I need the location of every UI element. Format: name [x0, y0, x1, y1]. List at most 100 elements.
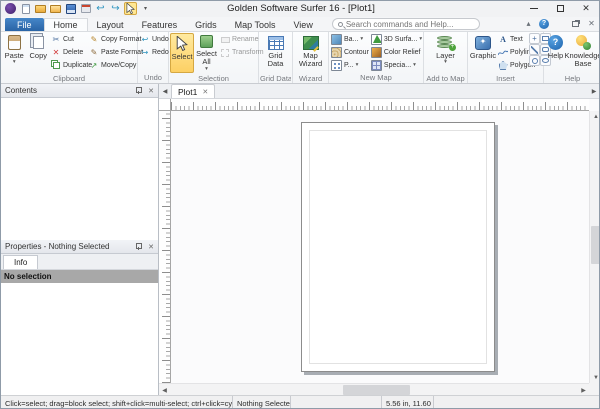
scroll-down-arrow[interactable]: ▼: [590, 372, 600, 383]
ribbon-group-selection: Select Select All ▾ Rename Transform Sel…: [169, 32, 259, 83]
vertical-scrollbar[interactable]: ▲ ▼: [589, 111, 600, 383]
new-base-map-button[interactable]: Ba...▾: [330, 33, 370, 46]
layer-button[interactable]: Layer ▾: [431, 33, 461, 73]
new-post-map-button[interactable]: P...▾: [330, 59, 370, 72]
base-map-icon: [331, 34, 342, 45]
plot-page[interactable]: [301, 122, 495, 372]
group-label-new-map: New Map: [330, 72, 422, 83]
child-close-button[interactable]: ✕: [586, 18, 597, 29]
tab-features[interactable]: Features: [133, 18, 187, 31]
pin-icon[interactable]: [135, 243, 142, 250]
new-special-map-button[interactable]: Specia...▾: [370, 59, 423, 72]
close-icon[interactable]: ✕: [148, 87, 154, 95]
close-icon[interactable]: ✕: [148, 243, 154, 251]
group-label-selection: Selection: [170, 73, 257, 83]
new-3d-surface-button[interactable]: 3D Surfa...▾: [370, 33, 423, 46]
close-tab-icon[interactable]: ✕: [202, 88, 208, 96]
map-wizard-button[interactable]: Map Wizard: [294, 33, 327, 73]
window-title: Golden Software Surfer 16 - [Plot1]: [1, 3, 600, 14]
help-button[interactable]: ? Help: [545, 33, 566, 73]
knowledge-base-button[interactable]: Knowledge Base: [566, 33, 600, 73]
insert-symbol-button[interactable]: +: [529, 33, 540, 44]
properties-tab-bar: Info: [1, 254, 158, 270]
vertical-scrollbar-thumb[interactable]: [591, 226, 600, 264]
contents-panel-body[interactable]: [1, 98, 158, 240]
tab-grids[interactable]: Grids: [186, 18, 226, 31]
tab-scroll-left-button[interactable]: ◀: [159, 84, 171, 98]
command-search-box[interactable]: [332, 18, 480, 30]
insert-spline-button[interactable]: [529, 44, 540, 55]
transform-button[interactable]: Transform: [219, 46, 257, 59]
move-copy-icon: ↗: [89, 62, 99, 70]
copy-icon: [33, 36, 44, 49]
transform-icon: [220, 49, 230, 57]
copy-format-icon: ✎: [89, 36, 99, 44]
group-label-help: Help: [545, 73, 600, 83]
rename-button[interactable]: Rename: [219, 33, 257, 46]
duplicate-button[interactable]: Duplicate: [50, 59, 88, 72]
grid-data-button[interactable]: Grid Data: [260, 33, 291, 73]
ribbon-group-help: ? Help Knowledge Base Help: [544, 32, 600, 83]
close-button[interactable]: ✕: [573, 1, 599, 16]
horizontal-ruler: [171, 99, 589, 111]
group-label-clipboard: Clipboard: [2, 73, 136, 83]
special-map-icon: [371, 60, 382, 71]
insert-circle-button[interactable]: [529, 55, 540, 66]
copy-button[interactable]: Copy: [26, 33, 50, 73]
delete-button[interactable]: ✕Delete: [50, 46, 88, 59]
insert-text-button[interactable]: AText: [497, 33, 529, 46]
properties-panel-title: Properties - Nothing Selected: [5, 242, 110, 251]
tab-scroll-right-button[interactable]: ▶: [588, 84, 600, 98]
document-tab-plot1[interactable]: Plot1 ✕: [171, 84, 215, 98]
left-panels: Contents ✕ Properties - Nothing Selected…: [1, 84, 159, 395]
copy-format-button[interactable]: ✎Copy Format: [88, 33, 136, 46]
ribbon-group-grid-data: Grid Data Grid Data: [259, 32, 293, 83]
minimize-icon: [530, 8, 538, 9]
tab-home[interactable]: Home: [44, 18, 88, 31]
plot-canvas[interactable]: [171, 111, 589, 383]
group-label-grid-data: Grid Data: [260, 73, 291, 83]
paste-format-button[interactable]: ✎Paste Format: [88, 46, 136, 59]
collapse-ribbon-button[interactable]: ▴: [523, 18, 534, 29]
tab-file[interactable]: File: [5, 18, 44, 31]
paste-button[interactable]: Paste ▾: [2, 33, 26, 73]
horizontal-scrollbar-thumb[interactable]: [343, 385, 410, 395]
cut-button[interactable]: ✂Cut: [50, 33, 88, 46]
tab-layout[interactable]: Layout: [88, 18, 133, 31]
minimize-button[interactable]: [521, 1, 547, 16]
insert-polyline-button[interactable]: Polyline: [497, 46, 529, 59]
insert-polygon-button[interactable]: Polygon: [497, 59, 529, 72]
document-tab-label: Plot1: [178, 87, 197, 97]
new-color-relief-button[interactable]: Color Relief: [370, 46, 423, 59]
chevron-down-icon: ▾: [13, 60, 16, 66]
select-all-button[interactable]: Select All ▾: [194, 33, 219, 73]
graphic-button[interactable]: ✦ Graphic: [469, 33, 497, 73]
new-contour-map-button[interactable]: Contour: [330, 46, 370, 59]
tab-map-tools[interactable]: Map Tools: [226, 18, 285, 31]
redo-ribbon-button[interactable]: ↪Redo: [139, 46, 168, 59]
ruler-corner: [159, 99, 171, 111]
tab-view[interactable]: View: [284, 18, 321, 31]
cut-icon: ✂: [51, 36, 61, 44]
search-input[interactable]: [346, 20, 474, 29]
child-restore-button[interactable]: [570, 18, 581, 29]
tab-info[interactable]: Info: [3, 255, 38, 269]
move-copy-button[interactable]: ↗Move/Copy: [88, 59, 136, 72]
group-label-insert: Insert: [469, 73, 542, 83]
application-window: ↩ ↪ ▾ Golden Software Surfer 16 - [Plot1…: [0, 0, 600, 409]
delete-icon: ✕: [51, 49, 61, 57]
window-controls: ✕: [521, 1, 599, 16]
undo-ribbon-button[interactable]: ↩Undo: [139, 33, 168, 46]
maximize-button[interactable]: [547, 1, 573, 16]
pin-icon[interactable]: [135, 87, 142, 94]
group-label-wizard: Wizard: [294, 73, 327, 83]
chevron-down-icon: ▾: [356, 63, 359, 69]
properties-panel-header: Properties - Nothing Selected ✕: [1, 240, 158, 254]
child-minimize-button[interactable]: [554, 18, 565, 29]
scroll-up-arrow[interactable]: ▲: [590, 111, 600, 122]
paste-format-icon: ✎: [89, 49, 99, 57]
help-icon[interactable]: ?: [539, 19, 549, 29]
polyline-icon: [498, 49, 508, 57]
select-button[interactable]: Select: [170, 33, 194, 73]
horizontal-scrollbar[interactable]: ◀ ▶: [159, 383, 589, 395]
